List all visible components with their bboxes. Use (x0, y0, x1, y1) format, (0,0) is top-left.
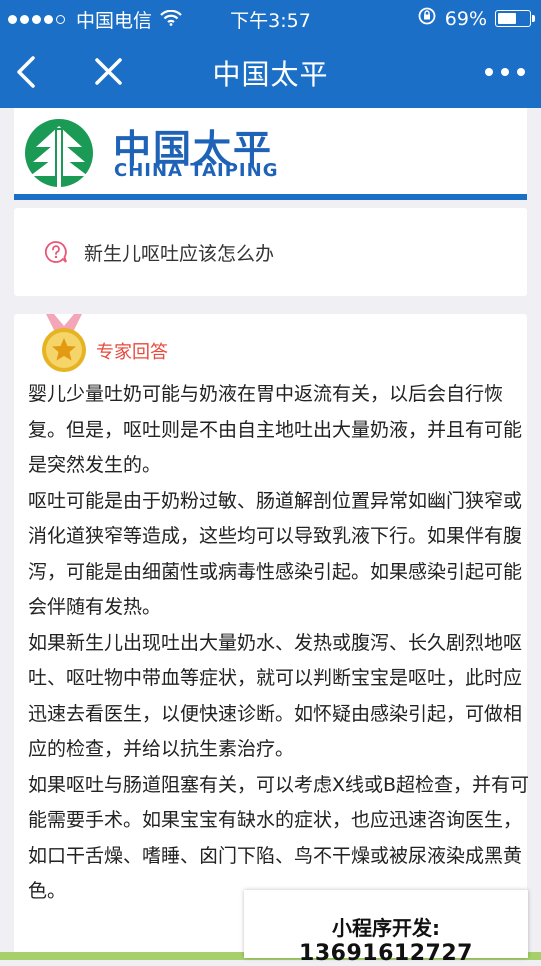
promo-label: 小程序开发: (332, 916, 440, 940)
answer-paragraph: 呕吐可能是由于奶粉过敏、肠道解剖位置异常如幽门狭窄或消化道狭窄等造成，这些均可以… (28, 489, 523, 619)
status-bar: 中国电信 下午3:57 69% (0, 0, 541, 36)
answer-body: 婴儿少量吐奶可能与奶液在胃中返流有关，以后会自行恢复。但是，呕吐则是不由自主地吐… (28, 377, 530, 910)
battery-percent: 69% (444, 7, 487, 30)
logo-banner: 中国太平 CHINA TAIPING (14, 108, 527, 200)
medal-star-icon (34, 314, 94, 380)
logo-name-en: CHINA TAIPING (114, 160, 279, 181)
answer-paragraph: 婴儿少量吐奶可能与奶液在胃中返流有关，以后会自行恢复。但是，呕吐则是不由自主地吐… (28, 383, 523, 476)
answer-paragraph: 如果呕吐与肠道阻塞有关，可以考虑X线或B超检查，并有可能需要手术。如果宝宝有缺水… (28, 773, 530, 903)
promo-text: 小程序开发: 13691612727 (244, 912, 528, 966)
more-horizontal-icon (485, 68, 525, 76)
question-card: 新生儿呕吐应该怎么办 (14, 208, 527, 296)
promo-phone: 13691612727 (299, 941, 473, 966)
status-right: 69% (417, 6, 535, 31)
answer-paragraph: 如果新生儿出现吐出大量奶水、发热或腹泻、长久剧烈地呕吐、呕吐物中带血等症状，就可… (28, 631, 523, 761)
more-button[interactable] (477, 50, 533, 94)
rotation-lock-icon (417, 6, 437, 31)
expert-answer-label: 专家回答 (96, 342, 168, 363)
question-bubble-icon (44, 240, 68, 268)
battery-fill (498, 13, 516, 24)
battery-icon (495, 10, 535, 27)
china-taiping-logo-icon (25, 119, 93, 188)
answer-card: 专家回答 婴儿少量吐奶可能与奶液在胃中返流有关，以后会自行恢复。但是，呕吐则是不… (14, 314, 530, 960)
question-text: 新生儿呕吐应该怎么办 (84, 243, 275, 265)
nav-bar: 中国太平 (0, 36, 541, 108)
promo-banner: 小程序开发: 13691612727 (244, 890, 528, 966)
page-title: 中国太平 (212, 58, 329, 91)
